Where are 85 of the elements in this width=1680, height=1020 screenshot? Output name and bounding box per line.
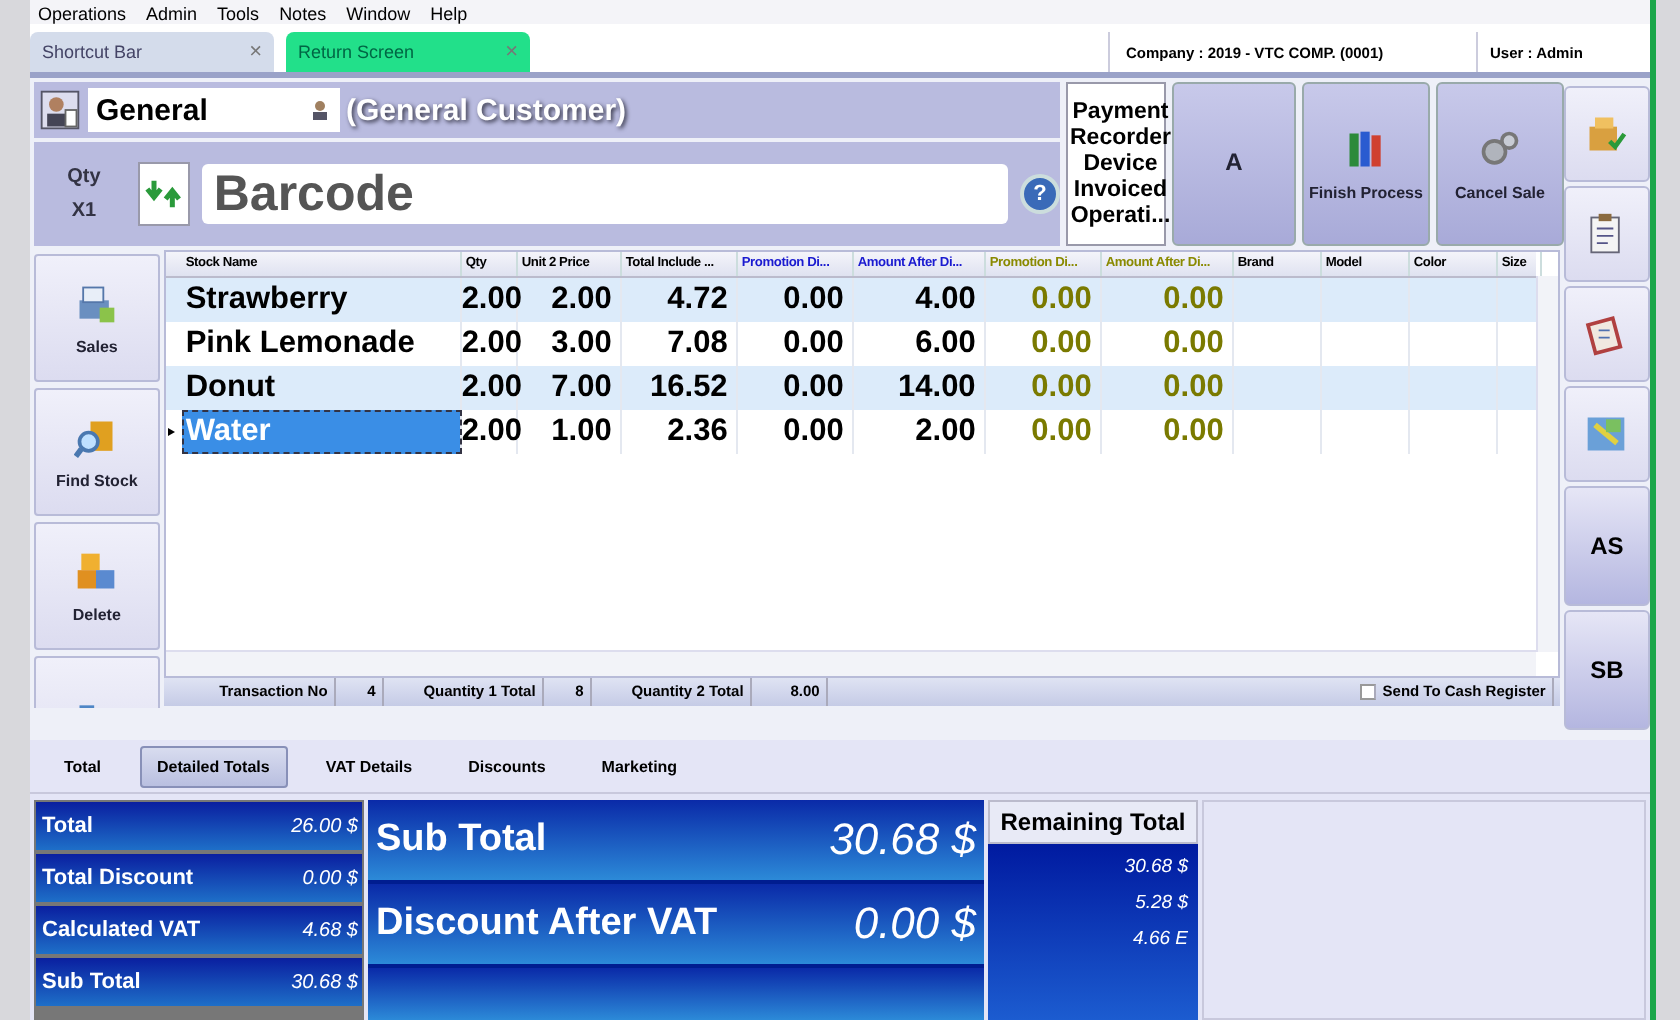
qty-value: X1 [71, 200, 97, 222]
toolbar-button[interactable] [1563, 186, 1650, 282]
toolbar-button[interactable]: SB [1563, 610, 1650, 730]
boxes-icon [74, 549, 119, 593]
total-label: Discount After VAT [376, 902, 718, 946]
toolbar-button[interactable]: AS [1563, 486, 1650, 606]
remaining-value: 30.68 $ [1124, 856, 1188, 878]
table-cell: 0.00 [985, 410, 1102, 454]
table-cell: 2.00 [853, 410, 986, 454]
toolbar-button[interactable] [1563, 286, 1650, 382]
total-label: Total [42, 814, 93, 838]
table-cell: Strawberry [181, 278, 462, 322]
document-tab[interactable]: Return Screen × [286, 32, 530, 72]
table-cell: 0.00 [985, 366, 1102, 410]
row-pointer-icon [165, 424, 178, 440]
action-button[interactable]: Cancel Sale [1436, 82, 1564, 246]
totals-tab[interactable]: Total [46, 745, 120, 787]
help-icon[interactable]: ? [1020, 174, 1060, 214]
tab-label: Shortcut Bar [42, 42, 143, 62]
gears-icon [1478, 127, 1522, 171]
table-cell: 0.00 [737, 366, 854, 410]
remaining-value: 5.28 $ [1135, 892, 1188, 914]
total-value: 30.68 $ [291, 971, 358, 993]
horizontal-scrollbar[interactable] [165, 650, 1536, 676]
cash-register-icon [74, 281, 119, 325]
table-cell: 2.00 [461, 278, 518, 322]
table-row[interactable]: Donut 2.00 7.00 16.52 0.00 14.00 0.00 0.00 [165, 366, 1536, 410]
table-cell: 0.00 [1101, 366, 1234, 410]
vertical-scrollbar[interactable] [1535, 276, 1558, 652]
table-cell: Water [181, 410, 462, 454]
total-label: Sub Total [42, 970, 141, 994]
table-cell: 0.00 [1101, 278, 1234, 322]
table-cell: 2.00 [461, 410, 518, 454]
totals-tab[interactable]: Marketing [583, 745, 696, 787]
menu-item[interactable]: Help [430, 6, 468, 24]
menu-item[interactable]: Window [346, 6, 411, 24]
tab-label: Return Screen [298, 42, 415, 62]
package-icon [1584, 112, 1629, 156]
total-value: 4.68 $ [302, 919, 358, 941]
menu-item[interactable]: Operations [38, 6, 127, 24]
table-cell: 0.00 [737, 410, 854, 454]
table-cell: 0.00 [985, 278, 1102, 322]
total-value: 30.68 $ [829, 814, 976, 866]
side-button[interactable]: Delete [34, 522, 160, 650]
total-label: Sub Total [376, 818, 547, 862]
customer-icon [38, 88, 82, 132]
qty-label: Qty [67, 166, 101, 188]
customer-code: General [96, 93, 208, 127]
action-button[interactable]: Finish Process [1302, 82, 1430, 246]
document-tab[interactable]: Shortcut Bar × [30, 32, 274, 72]
total-value: 0.00 $ [853, 898, 976, 950]
totals-tab[interactable]: Discounts [450, 745, 564, 787]
remaining-value: 4.66 E [1133, 928, 1188, 950]
menu-item[interactable]: Notes [279, 6, 327, 24]
table-cell: 4.00 [853, 278, 986, 322]
barcode-field[interactable]: Barcode [201, 164, 1009, 224]
barcode-mode-button[interactable] [137, 162, 190, 226]
side-button[interactable]: Sales [34, 254, 160, 382]
table-cell: 4.72 [621, 278, 738, 322]
toolbar-button[interactable] [1563, 386, 1650, 482]
table-cell: 0.00 [1101, 410, 1234, 454]
total-value: 0.00 $ [302, 867, 358, 889]
menu-item[interactable]: Tools [217, 6, 260, 24]
table-cell: 2.36 [621, 410, 738, 454]
menu-item[interactable]: Admin [146, 6, 198, 24]
total-value: 26.00 $ [291, 815, 358, 837]
total-label: Total Discount [42, 866, 194, 890]
map-icon [1584, 412, 1629, 456]
table-row[interactable]: Strawberry 2.00 2.00 4.72 0.00 4.00 0.00 0.00 [165, 278, 1536, 322]
totals-tab[interactable]: Detailed Totals [139, 745, 288, 787]
person-icon [308, 98, 332, 122]
table-cell: 14.00 [853, 366, 986, 410]
checkbox[interactable] [1360, 684, 1377, 700]
remaining-total-title: Remaining Total [988, 800, 1198, 844]
totals-tab[interactable]: VAT Details [307, 745, 431, 787]
action-button[interactable]: A [1172, 82, 1296, 246]
table-row[interactable]: Water 2.00 1.00 2.36 0.00 2.00 0.00 0.00 [165, 410, 1536, 454]
customer-name: (General Customer) [346, 93, 627, 127]
table-cell: 16.52 [621, 366, 738, 410]
customer-code-field[interactable]: General [88, 88, 340, 132]
table-cell: 0.00 [737, 278, 854, 322]
toolbar-button[interactable] [1563, 86, 1650, 182]
total-label: Calculated VAT [42, 918, 201, 942]
side-button[interactable]: Find Stock [34, 388, 160, 516]
payment-recorder-label: Payment Recorder Device Invoiced Operati... [1066, 82, 1166, 246]
